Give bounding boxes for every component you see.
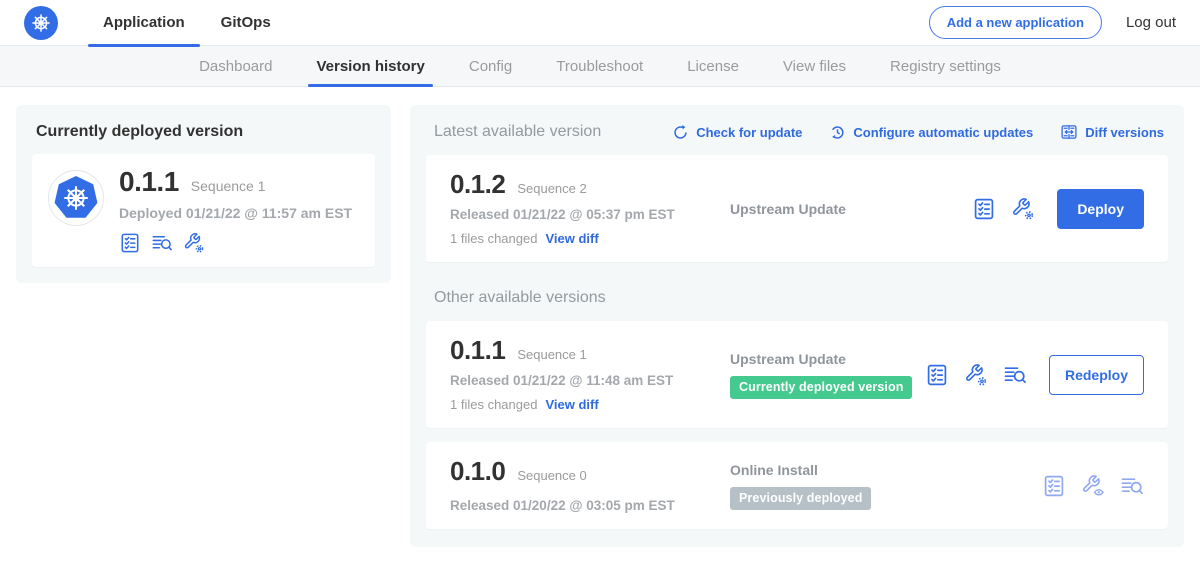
source-label: Upstream Update [730, 351, 925, 367]
main-content: Currently deployed version 0.1.1 Sequenc… [0, 87, 1200, 565]
subnav-version-history-label: Version history [316, 58, 424, 75]
version-card-0-1-0: 0.1.0 Sequence 0 Released 01/20/22 @ 03:… [426, 442, 1168, 529]
version-actions-cell: Deploy [972, 189, 1144, 229]
tab-application[interactable]: Application [88, 0, 200, 46]
released-timestamp: Released 01/20/22 @ 03:05 pm EST [450, 498, 730, 513]
version-card-0-1-1: 0.1.1 Sequence 1 Released 01/21/22 @ 11:… [426, 321, 1168, 428]
files-changed-label: 1 files changed [450, 231, 537, 246]
view-diff-link[interactable]: View diff [545, 397, 598, 412]
kubernetes-logo [24, 6, 58, 40]
deployed-version-info: 0.1.1 Sequence 1 Deployed 01/21/22 @ 11:… [119, 168, 352, 254]
subnav-troubleshoot[interactable]: Troubleshoot [534, 46, 665, 86]
app-sub-nav: Dashboard Version history Config Trouble… [0, 46, 1200, 87]
subnav-license-label: License [687, 58, 739, 75]
tab-gitops-label: GitOps [221, 14, 271, 31]
subnav-config-label: Config [469, 58, 512, 75]
edit-config-icon[interactable] [964, 363, 988, 387]
released-timestamp: Released 01/21/22 @ 05:37 pm EST [450, 207, 730, 222]
helm-wheel-icon [30, 12, 52, 34]
files-changed-label: 1 files changed [450, 397, 537, 412]
view-config-icon[interactable] [1081, 474, 1105, 498]
version-source: Online Install Previously deployed [730, 462, 1042, 510]
deployed-version-card: 0.1.1 Sequence 1 Deployed 01/21/22 @ 11:… [32, 154, 375, 267]
version-number: 0.1.0 [450, 458, 505, 484]
currently-deployed-badge: Currently deployed version [730, 376, 912, 399]
release-notes-icon[interactable] [1042, 474, 1066, 498]
top-nav-right: Add a new application Log out [929, 6, 1176, 39]
app-avatar [48, 170, 104, 226]
version-number: 0.1.2 [450, 171, 505, 197]
tab-application-label: Application [103, 14, 185, 31]
diff-versions-link[interactable]: Diff versions [1060, 123, 1164, 141]
available-versions-header: Latest available version Check for updat… [426, 121, 1168, 141]
edit-config-icon[interactable] [183, 232, 205, 254]
version-source: Upstream Update Currently deployed versi… [730, 351, 925, 399]
subnav-dashboard-label: Dashboard [199, 58, 272, 75]
diff-icon [1060, 123, 1078, 141]
release-notes-icon[interactable] [119, 232, 141, 254]
version-card-0-1-2: 0.1.2 Sequence 2 Released 01/21/22 @ 05:… [426, 155, 1168, 262]
sequence-label: Sequence 0 [517, 468, 586, 483]
edit-config-icon[interactable] [1011, 197, 1035, 221]
version-number: 0.1.1 [450, 337, 505, 363]
version-source: Upstream Update [730, 201, 972, 217]
source-label: Upstream Update [730, 201, 972, 217]
subnav-troubleshoot-label: Troubleshoot [556, 58, 643, 75]
subnav-view-files-label: View files [783, 58, 846, 75]
subnav-view-files[interactable]: View files [761, 46, 868, 86]
diff-versions-label: Diff versions [1085, 125, 1164, 140]
subnav-registry-settings[interactable]: Registry settings [868, 46, 1023, 86]
logout-button[interactable]: Log out [1126, 14, 1176, 31]
check-for-update-link[interactable]: Check for update [672, 124, 802, 141]
release-notes-icon[interactable] [925, 363, 949, 387]
version-info: 0.1.2 Sequence 2 Released 01/21/22 @ 05:… [450, 171, 730, 246]
configure-automatic-updates-link[interactable]: Configure automatic updates [829, 124, 1033, 141]
redeploy-button[interactable]: Redeploy [1049, 355, 1144, 395]
source-label: Online Install [730, 462, 1042, 478]
subnav-dashboard[interactable]: Dashboard [177, 46, 294, 86]
deployed-version-number: 0.1.1 [119, 168, 179, 196]
check-for-update-label: Check for update [696, 125, 802, 140]
deploy-button[interactable]: Deploy [1057, 189, 1144, 229]
subnav-registry-settings-label: Registry settings [890, 58, 1001, 75]
clock-refresh-icon [829, 124, 846, 141]
add-application-button[interactable]: Add a new application [929, 6, 1102, 39]
top-nav: Application GitOps Add a new application… [0, 0, 1200, 46]
latest-available-title: Latest available version [434, 123, 601, 141]
refresh-icon [672, 124, 689, 141]
available-versions-panel: Latest available version Check for updat… [410, 105, 1184, 547]
other-available-title: Other available versions [434, 289, 1168, 307]
version-info: 0.1.0 Sequence 0 Released 01/20/22 @ 03:… [450, 458, 730, 513]
version-actions: Check for update Configure automatic upd… [672, 123, 1164, 141]
view-diff-link[interactable]: View diff [545, 231, 598, 246]
previously-deployed-badge: Previously deployed [730, 487, 871, 510]
configure-automatic-updates-label: Configure automatic updates [853, 125, 1033, 140]
sequence-label: Sequence 1 [517, 347, 586, 362]
subnav-config[interactable]: Config [447, 46, 534, 86]
deployed-timestamp: Deployed 01/21/22 @ 11:57 am EST [119, 205, 352, 221]
currently-deployed-title: Currently deployed version [36, 123, 375, 141]
version-actions-cell: Redeploy [925, 355, 1144, 395]
subnav-version-history[interactable]: Version history [294, 46, 446, 86]
release-notes-icon[interactable] [972, 197, 996, 221]
released-timestamp: Released 01/21/22 @ 11:48 am EST [450, 373, 730, 388]
preflight-results-icon[interactable] [1120, 474, 1144, 498]
version-actions-cell [1042, 474, 1144, 498]
kubernetes-heptagon-logo [54, 176, 98, 220]
version-info: 0.1.1 Sequence 1 Released 01/21/22 @ 11:… [450, 337, 730, 412]
subnav-license[interactable]: License [665, 46, 761, 86]
preflight-results-icon[interactable] [1003, 363, 1027, 387]
helm-wheel-icon [61, 183, 91, 213]
tab-gitops[interactable]: GitOps [206, 0, 286, 46]
currently-deployed-panel: Currently deployed version 0.1.1 Sequenc… [16, 105, 391, 283]
sequence-label: Sequence 2 [517, 181, 586, 196]
deployed-sequence-label: Sequence 1 [191, 178, 266, 194]
preflight-results-icon[interactable] [151, 232, 173, 254]
